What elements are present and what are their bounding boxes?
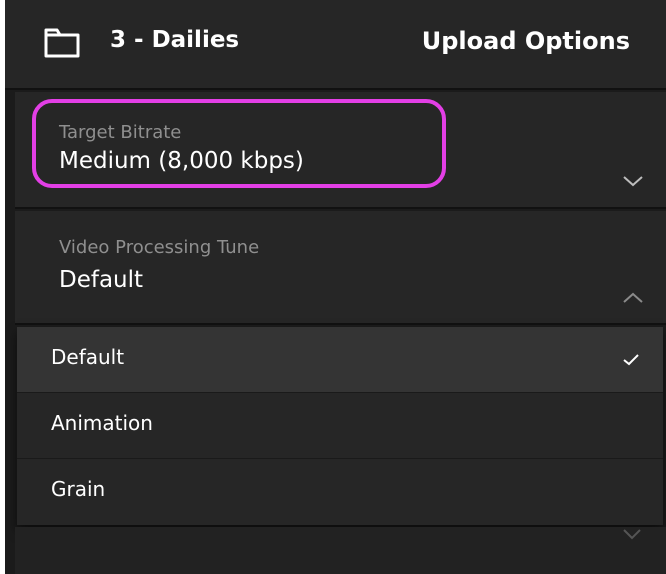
- obscured-field: [15, 527, 666, 574]
- menu-item-animation[interactable]: Animation: [17, 393, 663, 459]
- folder-icon: [44, 28, 80, 58]
- chevron-down-icon[interactable]: [622, 174, 644, 188]
- folder-name[interactable]: 3 - Dailies: [110, 27, 239, 53]
- menu-item-grain[interactable]: Grain: [17, 459, 663, 525]
- upload-options-panel: 3 - Dailies Upload Options Target Bitrat…: [5, 0, 666, 574]
- video-processing-tune-value: Default: [59, 267, 144, 293]
- target-bitrate-value: Medium (8,000 kbps): [59, 148, 304, 174]
- tune-options-menu: Default Animation Grain: [17, 327, 663, 525]
- target-bitrate-dropdown[interactable]: Target Bitrate Medium (8,000 kbps): [15, 92, 666, 209]
- menu-item-label: Animation: [51, 411, 153, 435]
- target-bitrate-label: Target Bitrate: [59, 122, 182, 143]
- menu-item-default[interactable]: Default: [17, 327, 663, 393]
- chevron-down-icon: [623, 529, 641, 540]
- video-processing-tune-dropdown[interactable]: Video Processing Tune Default: [15, 211, 666, 325]
- video-processing-tune-label: Video Processing Tune: [59, 237, 260, 258]
- checkmark-icon: [623, 354, 639, 366]
- highlight-outline: [32, 99, 446, 188]
- panel-title: Upload Options: [421, 27, 630, 55]
- menu-item-label: Grain: [51, 477, 106, 501]
- chevron-up-icon[interactable]: [622, 291, 644, 305]
- menu-item-label: Default: [51, 345, 125, 369]
- panel-header: 3 - Dailies Upload Options: [5, 0, 666, 90]
